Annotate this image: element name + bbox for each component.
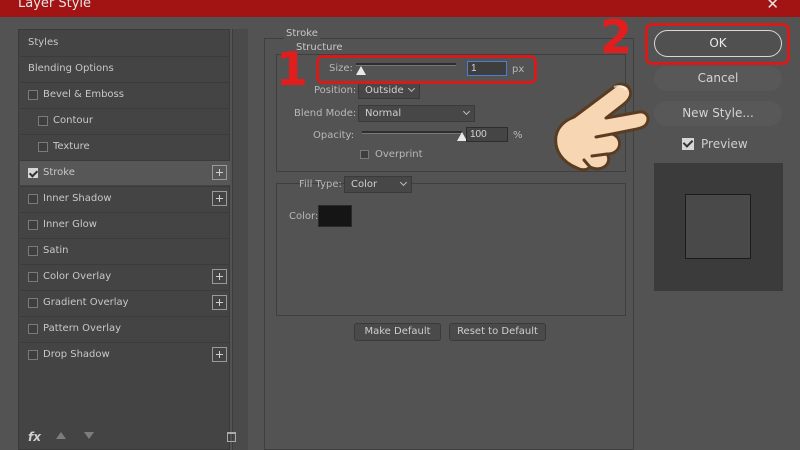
preview-checkbox[interactable] bbox=[682, 138, 694, 150]
pointing-hand-icon bbox=[554, 82, 650, 172]
size-highlight-box bbox=[316, 55, 537, 84]
add-effect-icon[interactable] bbox=[212, 269, 227, 284]
position-label: Position: bbox=[314, 85, 357, 96]
opacity-input[interactable] bbox=[466, 127, 508, 142]
styles-list-panel: Styles Blending Options Bevel & Emboss Cont… bbox=[18, 29, 230, 450]
style-item-label: Styles bbox=[28, 37, 59, 48]
overprint-label: Overprint bbox=[375, 149, 423, 160]
style-item-inner-glow[interactable]: Inner Glow bbox=[20, 213, 230, 237]
style-checkbox[interactable] bbox=[28, 246, 38, 256]
add-effect-icon[interactable] bbox=[212, 165, 227, 180]
style-item-label: Inner Glow bbox=[43, 219, 97, 230]
style-item-blending-options[interactable]: Blending Options bbox=[20, 57, 230, 81]
add-effect-icon[interactable] bbox=[212, 191, 227, 206]
style-checkbox[interactable] bbox=[28, 350, 38, 360]
style-item-label: Pattern Overlay bbox=[43, 323, 122, 334]
stroke-color-swatch[interactable] bbox=[318, 205, 352, 227]
style-checkbox[interactable] bbox=[28, 220, 38, 230]
style-item-label: Stroke bbox=[43, 167, 75, 178]
blend-mode-value: Normal bbox=[365, 108, 402, 119]
cancel-button[interactable]: Cancel bbox=[654, 66, 782, 91]
window-title: Layer Style bbox=[18, 0, 92, 11]
overprint-checkbox[interactable] bbox=[360, 150, 369, 159]
close-icon[interactable]: ✕ bbox=[766, 0, 779, 13]
styles-footer-toolbar: fx bbox=[18, 426, 240, 450]
chevron-down-icon bbox=[399, 178, 408, 187]
style-item-label: Inner Shadow bbox=[43, 193, 112, 204]
style-checkbox[interactable] bbox=[38, 142, 48, 152]
style-item-styles[interactable]: Styles bbox=[20, 31, 230, 55]
style-checkbox[interactable] bbox=[28, 168, 38, 178]
make-default-button[interactable]: Make Default bbox=[354, 323, 441, 341]
move-up-icon[interactable] bbox=[56, 432, 66, 439]
style-checkbox[interactable] bbox=[28, 272, 38, 282]
style-item-label: Contour bbox=[53, 115, 93, 126]
style-item-contour[interactable]: Contour bbox=[20, 109, 230, 133]
style-item-inner-shadow[interactable]: Inner Shadow bbox=[20, 187, 230, 211]
trash-icon[interactable] bbox=[227, 432, 236, 442]
blend-mode-label: Blend Mode: bbox=[294, 108, 357, 119]
style-item-stroke[interactable]: Stroke bbox=[20, 161, 230, 185]
color-label: Color: bbox=[289, 211, 319, 222]
style-item-satin[interactable]: Satin bbox=[20, 239, 230, 263]
style-item-label: Gradient Overlay bbox=[43, 297, 129, 308]
styles-list-scrollbar[interactable] bbox=[232, 29, 248, 450]
reset-to-default-button[interactable]: Reset to Default bbox=[449, 323, 546, 341]
title-bar: Layer Style ✕ bbox=[0, 0, 800, 17]
style-item-label: Color Overlay bbox=[43, 271, 112, 282]
move-down-icon[interactable] bbox=[84, 432, 94, 439]
style-item-bevel-emboss[interactable]: Bevel & Emboss bbox=[20, 83, 230, 107]
preview-thumbnail bbox=[654, 163, 783, 291]
chevron-down-icon bbox=[462, 107, 471, 116]
style-checkbox[interactable] bbox=[28, 324, 38, 334]
stroke-section-title: Stroke bbox=[284, 28, 320, 39]
fill-type-value: Color bbox=[351, 179, 378, 190]
fill-type-dropdown[interactable]: Color bbox=[344, 176, 412, 193]
style-item-label: Drop Shadow bbox=[43, 349, 110, 360]
fx-icon[interactable]: fx bbox=[28, 430, 41, 444]
step-2-number: 2 bbox=[600, 10, 633, 64]
style-checkbox[interactable] bbox=[28, 90, 38, 100]
chevron-down-icon bbox=[407, 84, 416, 93]
new-style-button[interactable]: New Style... bbox=[654, 101, 782, 126]
style-item-label: Satin bbox=[43, 245, 69, 256]
style-checkbox[interactable] bbox=[28, 298, 38, 308]
style-item-label: Blending Options bbox=[28, 63, 114, 74]
preview-square bbox=[685, 194, 751, 259]
preview-label: Preview bbox=[701, 137, 748, 151]
add-effect-icon[interactable] bbox=[212, 295, 227, 310]
style-item-gradient-overlay[interactable]: Gradient Overlay bbox=[20, 291, 230, 315]
position-dropdown[interactable]: Outside bbox=[358, 82, 420, 99]
fill-type-group bbox=[276, 183, 626, 316]
position-value: Outside bbox=[365, 85, 404, 96]
style-item-drop-shadow[interactable]: Drop Shadow bbox=[20, 343, 230, 367]
style-item-label: Texture bbox=[53, 141, 90, 152]
step-1-number: 1 bbox=[276, 42, 309, 96]
add-effect-icon[interactable] bbox=[212, 347, 227, 362]
opacity-slider-track[interactable] bbox=[362, 131, 462, 134]
style-item-pattern-overlay[interactable]: Pattern Overlay bbox=[20, 317, 230, 341]
ok-highlight-box bbox=[645, 23, 790, 65]
opacity-unit: % bbox=[513, 130, 523, 141]
style-checkbox[interactable] bbox=[38, 116, 48, 126]
blend-mode-dropdown[interactable]: Normal bbox=[358, 105, 475, 122]
style-checkbox[interactable] bbox=[28, 194, 38, 204]
fill-type-label: Fill Type: bbox=[299, 179, 342, 190]
style-item-color-overlay[interactable]: Color Overlay bbox=[20, 265, 230, 289]
style-item-texture[interactable]: Texture bbox=[20, 135, 230, 159]
opacity-label: Opacity: bbox=[313, 130, 355, 141]
style-item-label: Bevel & Emboss bbox=[43, 89, 124, 100]
